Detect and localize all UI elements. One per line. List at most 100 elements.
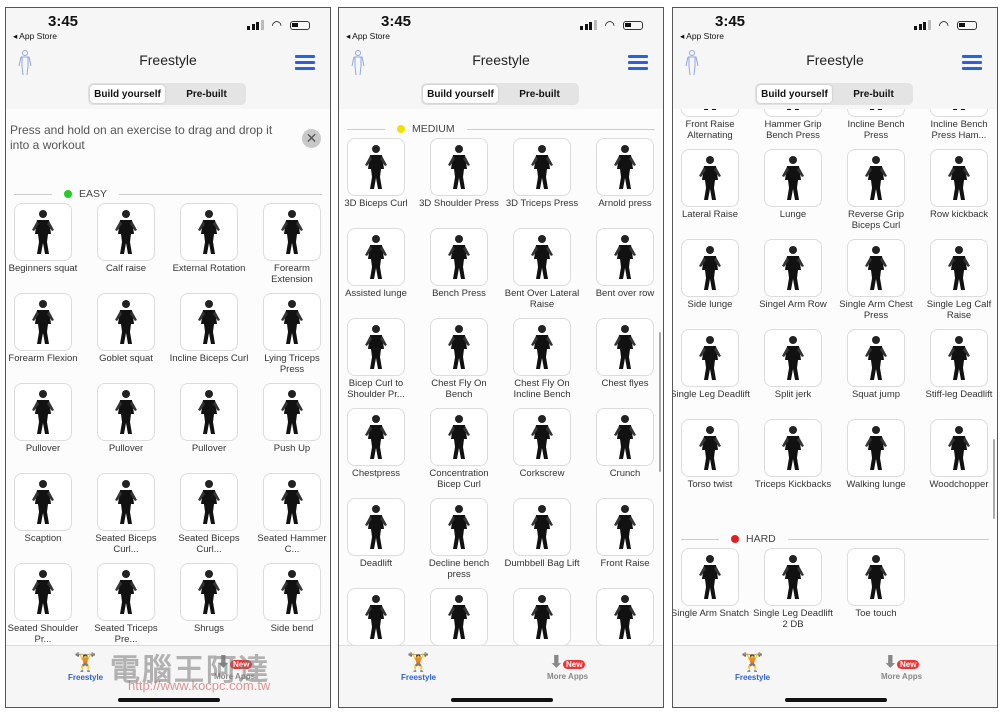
exercise-tile[interactable] (513, 588, 571, 646)
exercise-label: Walking lunge (846, 479, 906, 490)
exercise-figure-icon (115, 300, 137, 344)
exercise-tile[interactable] (180, 203, 238, 261)
exercise-tile[interactable] (14, 473, 72, 531)
exercise-tile[interactable] (847, 329, 905, 387)
home-indicator[interactable] (785, 698, 887, 702)
exercise-tile[interactable] (14, 563, 72, 621)
exercise-tile[interactable] (180, 293, 238, 351)
exercise-tile[interactable] (764, 239, 822, 297)
exercise-tile[interactable] (681, 419, 739, 477)
exercise-tile[interactable] (764, 149, 822, 207)
hamburger-menu-icon[interactable] (628, 55, 648, 73)
exercise-tile[interactable] (180, 563, 238, 621)
exercise-tile[interactable] (180, 473, 238, 531)
battery-icon (290, 20, 310, 30)
exercise-figure-icon (531, 505, 553, 549)
exercise-tile[interactable] (513, 228, 571, 286)
exercise-tile[interactable] (263, 203, 321, 261)
exercise-tile[interactable] (681, 149, 739, 207)
exercise-tile[interactable] (14, 293, 72, 351)
exercise-tile[interactable] (14, 383, 72, 441)
exercise-tile[interactable] (263, 473, 321, 531)
exercise-tile[interactable] (180, 383, 238, 441)
exercise-tile[interactable] (513, 138, 571, 196)
exercise-tile[interactable] (847, 548, 905, 606)
exercise-tile[interactable] (930, 239, 988, 297)
exercise-tile[interactable] (97, 383, 155, 441)
home-indicator[interactable] (451, 698, 553, 702)
segment-pre-built[interactable]: Pre-built (169, 85, 244, 103)
exercise-tile[interactable] (596, 318, 654, 376)
exercise-tile[interactable] (681, 109, 739, 117)
exercise-tile[interactable] (596, 228, 654, 286)
exercise-tile[interactable] (930, 149, 988, 207)
segment-pre-built[interactable]: Pre-built (836, 85, 911, 103)
exercise-tile[interactable] (930, 419, 988, 477)
exercise-tile[interactable] (513, 318, 571, 376)
exercise-tile[interactable] (347, 138, 405, 196)
exercise-tile[interactable] (847, 239, 905, 297)
scrollbar[interactable] (992, 439, 995, 519)
hamburger-menu-icon[interactable] (962, 55, 982, 73)
hamburger-menu-icon[interactable] (295, 55, 315, 73)
exercise-tile[interactable] (596, 588, 654, 646)
exercise-tile[interactable] (681, 548, 739, 606)
segment-build-yourself[interactable]: Build yourself (757, 85, 832, 103)
back-to-app-store[interactable]: ◂ App Store (680, 31, 724, 42)
exercise-tile[interactable] (430, 228, 488, 286)
exercise-tile[interactable] (513, 408, 571, 466)
exercise-label: Decline bench press (428, 558, 490, 580)
exercise-tile[interactable] (97, 293, 155, 351)
exercise-tile[interactable] (97, 473, 155, 531)
exercise-tile[interactable] (681, 329, 739, 387)
exercise-tile[interactable] (847, 149, 905, 207)
exercise-tile[interactable] (596, 498, 654, 556)
exercise-tile[interactable] (930, 109, 988, 117)
tab-more-apps[interactable]: ⬇ New More Apps (881, 652, 922, 681)
exercise-tile[interactable] (430, 588, 488, 646)
exercise-tile[interactable] (263, 293, 321, 351)
exercise-tile[interactable] (347, 408, 405, 466)
exercise-tile[interactable] (764, 329, 822, 387)
exercise-tile[interactable] (430, 138, 488, 196)
segment-build-yourself[interactable]: Build yourself (423, 85, 498, 103)
exercise-tile[interactable] (764, 109, 822, 117)
exercise-tile[interactable] (347, 318, 405, 376)
close-hint-button[interactable]: ✕ (302, 129, 321, 148)
tab-more-apps[interactable]: ⬇ New More Apps (547, 652, 588, 681)
exercise-tile[interactable] (430, 498, 488, 556)
exercise-list[interactable]: Front Raise Alternating Hammer Grip Bench… (673, 109, 997, 646)
exercise-tile[interactable] (596, 408, 654, 466)
exercise-tile[interactable] (14, 203, 72, 261)
exercise-tile[interactable] (347, 588, 405, 646)
back-to-app-store[interactable]: ◂ App Store (13, 31, 57, 42)
exercise-tile[interactable] (930, 329, 988, 387)
tab-freestyle[interactable]: 🏋 Freestyle (68, 652, 103, 682)
segment-pre-built[interactable]: Pre-built (502, 85, 577, 103)
exercise-list[interactable]: Press and hold on an exercise to drag an… (6, 109, 330, 646)
exercise-tile[interactable] (681, 239, 739, 297)
exercise-tile[interactable] (596, 138, 654, 196)
exercise-list[interactable]: MEDIUM 3D Biceps Curl 3D Shoulder Press 3D … (339, 109, 663, 646)
exercise-tile[interactable] (764, 419, 822, 477)
exercise-tile[interactable] (347, 228, 405, 286)
back-to-app-store[interactable]: ◂ App Store (346, 31, 390, 42)
exercise-figure-icon (365, 235, 387, 279)
segment-build-yourself[interactable]: Build yourself (90, 85, 165, 103)
exercise-tile[interactable] (430, 408, 488, 466)
exercise-tile[interactable] (263, 563, 321, 621)
exercise-tile[interactable] (847, 419, 905, 477)
exercise-tile[interactable] (513, 498, 571, 556)
exercise-label: Scaption (24, 533, 62, 544)
home-indicator[interactable] (118, 698, 220, 702)
exercise-tile[interactable] (97, 563, 155, 621)
tab-freestyle[interactable]: 🏋 Freestyle (401, 652, 436, 682)
exercise-tile[interactable] (263, 383, 321, 441)
tab-freestyle[interactable]: 🏋 Freestyle (735, 652, 770, 682)
exercise-tile[interactable] (97, 203, 155, 261)
exercise-tile[interactable] (347, 498, 405, 556)
exercise-tile[interactable] (764, 548, 822, 606)
exercise-tile[interactable] (847, 109, 905, 117)
exercise-tile[interactable] (430, 318, 488, 376)
scrollbar[interactable] (658, 332, 661, 472)
